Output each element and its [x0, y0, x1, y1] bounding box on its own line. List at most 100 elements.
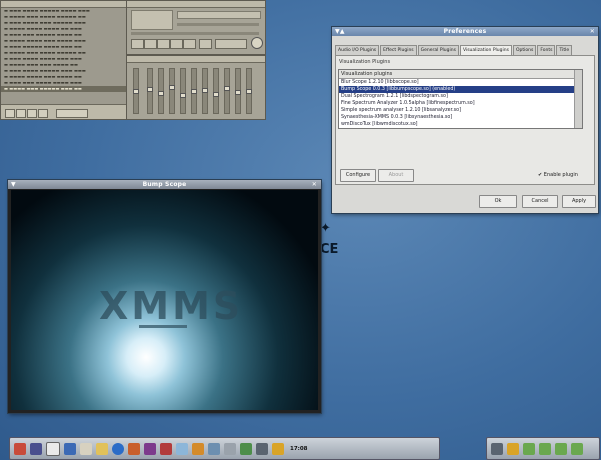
penguin-icon[interactable]: [80, 442, 92, 455]
eq-band-slider[interactable]: [158, 68, 164, 114]
eject-button[interactable]: [199, 39, 212, 49]
tab-options[interactable]: Options: [512, 45, 537, 55]
preferences-window: ▼▲ Preferences ✕ Audio I/O Plugins Effec…: [332, 27, 598, 213]
eq-band-slider[interactable]: [246, 68, 252, 114]
tab-effect-plugins[interactable]: Effect Plugins: [380, 45, 417, 55]
weather-icon[interactable]: [507, 442, 519, 455]
tab-title[interactable]: Title: [556, 45, 573, 55]
apply-button[interactable]: Apply: [562, 195, 596, 208]
document-icon[interactable]: [224, 442, 236, 455]
configure-button[interactable]: Configure: [340, 169, 376, 182]
display-icon[interactable]: [64, 442, 76, 455]
tab-audio-io[interactable]: Audio I/O Plugins: [335, 45, 380, 55]
window-menu-icon[interactable]: ▼: [11, 180, 16, 189]
taskbar: 17:08: [9, 437, 440, 460]
checkmark-icon[interactable]: [571, 442, 583, 455]
desktop-icon-fragment: ✦: [320, 221, 331, 236]
stop-button[interactable]: [170, 39, 183, 49]
app-launcher-icon[interactable]: [14, 442, 26, 455]
tab-general-plugins[interactable]: General Plugins: [417, 45, 459, 55]
globe-icon[interactable]: [112, 442, 124, 455]
plugin-item[interactable]: Blur Scope 1.2.10 [libbscope.so]: [339, 79, 582, 86]
group-label: Visualization Plugins: [339, 59, 391, 65]
playlist-remove-button[interactable]: [16, 109, 26, 118]
xmms-logo-button[interactable]: [251, 37, 263, 49]
play-button[interactable]: [144, 39, 157, 49]
system-tray: [486, 437, 600, 460]
eq-band-slider[interactable]: [213, 68, 219, 114]
plugin-list-header[interactable]: Visualization plugins: [339, 70, 582, 79]
tab-fonts[interactable]: Fonts: [537, 45, 556, 55]
about-button[interactable]: About: [378, 169, 414, 182]
seek-bar[interactable]: [131, 32, 259, 35]
next-button[interactable]: [183, 39, 196, 49]
media-icon[interactable]: [128, 442, 140, 455]
bump-scope-title: Bump Scope: [142, 181, 187, 188]
equalizer-window: [126, 55, 266, 120]
xmms-player: ▬ ▬▬▬ ▬▬▬▬ ▬▬▬▬▬ ▬▬▬▬ ▬▬▬ ▬ ▬▬▬▬ ▬▬▬ ▬▬▬…: [0, 0, 266, 120]
meter-icon[interactable]: [240, 442, 252, 455]
close-icon[interactable]: ✕: [590, 27, 595, 36]
game-icon[interactable]: [160, 442, 172, 455]
eq-band-slider[interactable]: [147, 68, 153, 114]
bump-scope-titlebar[interactable]: ▼ Bump Scope ✕: [8, 180, 321, 189]
eq-band-slider[interactable]: [235, 68, 241, 114]
plugin-item[interactable]: Simple spectrum analyser 1.2.10 [libsana…: [339, 107, 582, 114]
plugin-item[interactable]: Fine Spectrum Analyzer 1.0.5alpha [libfi…: [339, 100, 582, 107]
window-icon[interactable]: [46, 441, 60, 456]
shuffle-repeat-toggle[interactable]: [215, 39, 247, 49]
playlist-misc-button[interactable]: [38, 109, 48, 118]
checkmark-icon[interactable]: [539, 442, 551, 455]
cpu-monitor-icon: [256, 442, 268, 455]
main-titlebar[interactable]: [127, 1, 265, 8]
volume-slider[interactable]: [177, 23, 259, 26]
desktop: { "preferences": { "title": "Preferences…: [0, 0, 601, 460]
playlist-window: ▬ ▬▬▬ ▬▬▬▬ ▬▬▬▬▬ ▬▬▬▬ ▬▬▬ ▬ ▬▬▬▬ ▬▬▬ ▬▬▬…: [0, 0, 128, 120]
visualization-canvas: XMMS: [11, 190, 318, 410]
eq-preamp-slider[interactable]: [133, 68, 139, 114]
eq-band-slider[interactable]: [169, 68, 175, 114]
pause-button[interactable]: [157, 39, 170, 49]
song-title-display: [177, 11, 261, 19]
eq-band-slider[interactable]: [180, 68, 186, 114]
playlist-titlebar[interactable]: [1, 1, 127, 8]
playlist-footer: [1, 104, 127, 119]
playlist-row-current[interactable]: ▬ ▬▬▬▬ ▬▬▬ ▬▬▬▬▬ ▬▬▬ ▬▬: [1, 86, 127, 92]
close-icon[interactable]: ✕: [312, 180, 317, 189]
plugin-item[interactable]: wmDiscoTux [libwmdiscotux.so]: [339, 121, 582, 128]
logo-underline: [139, 325, 187, 328]
checkbox-check-icon: ✔: [538, 172, 543, 178]
desktop-text-fragment: CE: [320, 242, 339, 257]
settings-icon[interactable]: [176, 442, 188, 455]
main-window: [126, 0, 266, 55]
preferences-titlebar[interactable]: ▼▲ Preferences ✕: [332, 27, 598, 36]
tools-icon[interactable]: [192, 442, 204, 455]
playlist-add-button[interactable]: [5, 109, 15, 118]
equalizer-titlebar[interactable]: [127, 56, 265, 63]
plugin-item-selected[interactable]: Bump Scope 0.0.3 [libbumpscope.so] (enab…: [339, 86, 582, 93]
eq-band-slider[interactable]: [191, 68, 197, 114]
folder-icon[interactable]: [96, 442, 108, 455]
eq-band-slider[interactable]: [224, 68, 230, 114]
previous-button[interactable]: [131, 39, 144, 49]
xmms-logo: XMMS: [99, 284, 244, 328]
graphics-icon[interactable]: [144, 442, 156, 455]
weather-icon: [272, 442, 284, 455]
window-menu-icon[interactable]: ▼▲: [335, 27, 345, 36]
plugin-item[interactable]: Dual Spectrogram 1.2.1 [libdspectogram.s…: [339, 93, 582, 100]
plugin-list[interactable]: Visualization plugins Blur Scope 1.2.10 …: [338, 69, 583, 129]
playlist-select-button[interactable]: [27, 109, 37, 118]
plugin-item[interactable]: Synaesthesia-XMMS 0.0.3 [libsynaesthesia…: [339, 114, 582, 121]
preferences-tabs: Audio I/O Plugins Effect Plugins General…: [335, 45, 595, 56]
eq-band-slider[interactable]: [202, 68, 208, 114]
network-icon[interactable]: [208, 442, 220, 455]
ok-button[interactable]: Ok: [479, 195, 517, 208]
enable-plugin-checkbox[interactable]: ✔ Enable plugin: [538, 172, 578, 178]
checkmark-icon[interactable]: [555, 442, 567, 455]
monitor-icon[interactable]: [491, 442, 503, 455]
clock: 17:08: [290, 445, 308, 452]
plugin-list-scrollbar[interactable]: [574, 70, 582, 128]
cancel-button[interactable]: Cancel: [522, 195, 558, 208]
checkmark-icon[interactable]: [523, 442, 535, 455]
terminal-icon[interactable]: [30, 442, 42, 455]
